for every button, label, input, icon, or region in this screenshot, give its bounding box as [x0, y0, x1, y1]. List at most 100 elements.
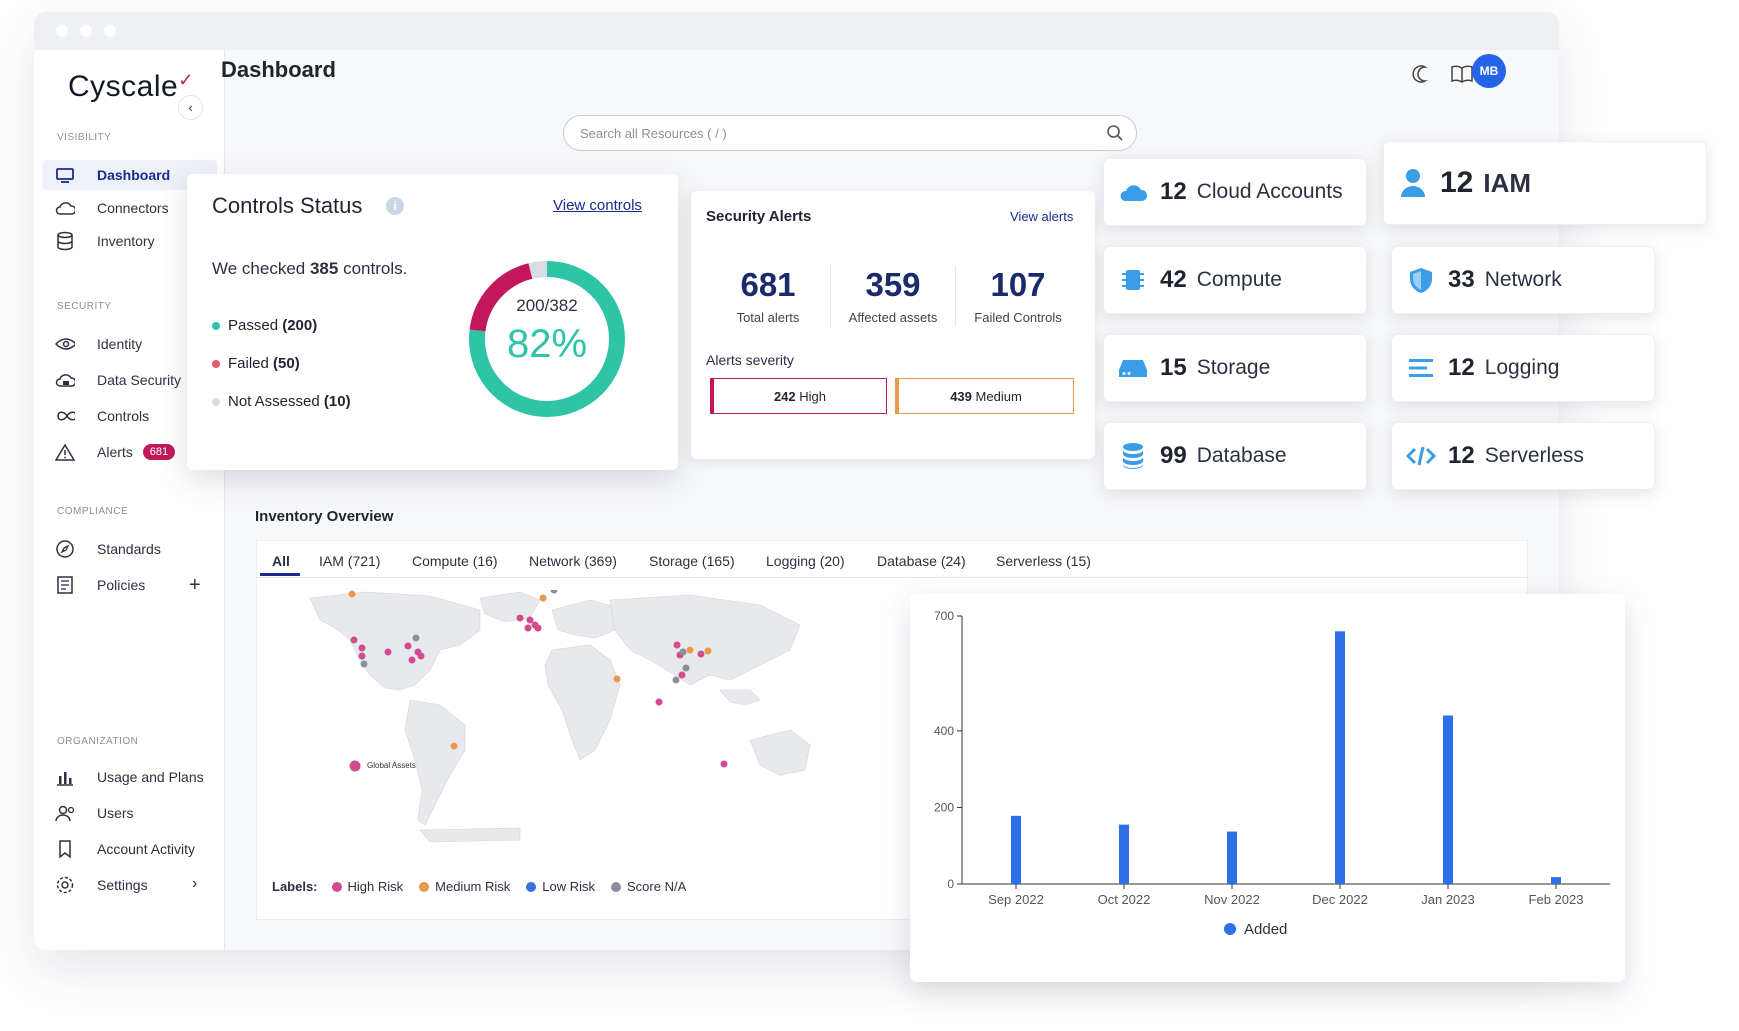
asset-marker[interactable] — [349, 760, 361, 772]
lines-icon — [1406, 353, 1436, 383]
asset-marker[interactable] — [524, 624, 532, 632]
asset-marker[interactable] — [526, 616, 534, 624]
tile-database[interactable]: 99 Database — [1103, 422, 1367, 490]
sidebar-item-label: Controls — [97, 408, 150, 424]
asset-marker[interactable] — [384, 648, 392, 656]
tile-logging[interactable]: 12 Logging — [1391, 334, 1655, 402]
x-tick-label: Feb 2023 — [1529, 892, 1584, 907]
asset-marker[interactable] — [358, 652, 366, 660]
asset-marker[interactable] — [534, 624, 542, 632]
asset-marker[interactable] — [408, 656, 416, 664]
tile-cloud-accounts[interactable]: 12 Cloud Accounts — [1103, 158, 1367, 226]
asset-marker[interactable] — [450, 742, 458, 750]
avatar[interactable]: MB — [1472, 54, 1506, 88]
inventory-overview-title: Inventory Overview — [255, 508, 394, 525]
not-assessed-label: Not Assessed — [228, 393, 320, 410]
sidebar-item-label: Policies — [97, 577, 146, 593]
tile-number: 12 — [1448, 354, 1475, 381]
legend-label: High Risk — [347, 879, 404, 894]
tile-number: 33 — [1448, 266, 1475, 293]
sidebar-item-users[interactable]: Users — [42, 798, 217, 828]
sidebar-item-policies[interactable]: Policies + — [42, 570, 217, 600]
medium-severity-bar[interactable]: 439 Medium — [895, 378, 1074, 414]
collapse-sidebar-button[interactable]: ‹ — [178, 95, 203, 120]
high-severity-bar[interactable]: 242 High — [710, 378, 887, 414]
asset-marker[interactable] — [673, 641, 681, 649]
tab-logging[interactable]: Logging (20) — [766, 553, 845, 569]
tile-number: 12 — [1160, 178, 1187, 205]
stat-failed-controls[interactable]: 107 Failed Controls — [956, 266, 1080, 325]
asset-marker[interactable] — [682, 664, 690, 672]
tile-iam[interactable]: 12 IAM — [1383, 141, 1707, 225]
stat-total-alerts[interactable]: 681 Total alerts — [706, 266, 830, 325]
view-controls-link[interactable]: View controls — [553, 197, 642, 214]
asset-marker[interactable] — [672, 676, 680, 684]
asset-marker[interactable] — [539, 594, 547, 602]
window-dot — [56, 25, 68, 37]
asset-marker[interactable] — [613, 675, 621, 683]
tile-storage[interactable]: 15 Storage — [1103, 334, 1367, 402]
sidebar-item-label: Usage and Plans — [97, 769, 204, 785]
tile-network[interactable]: 33 Network — [1391, 246, 1655, 314]
tile-compute[interactable]: 42 Compute — [1103, 246, 1367, 314]
tab-serverless[interactable]: Serverless (15) — [996, 553, 1091, 569]
search-icon[interactable] — [1106, 124, 1124, 147]
bar[interactable] — [1443, 715, 1453, 884]
tab-network[interactable]: Network (369) — [529, 553, 617, 569]
bar[interactable] — [1227, 831, 1237, 884]
passed-dot — [212, 322, 220, 330]
add-policy-icon[interactable]: + — [189, 574, 201, 597]
docs-button[interactable] — [1450, 62, 1474, 86]
world-map[interactable] — [290, 590, 850, 860]
bar[interactable] — [1335, 631, 1345, 884]
info-icon[interactable]: i — [386, 197, 404, 215]
asset-marker[interactable] — [679, 648, 687, 656]
passed-count: (200) — [282, 317, 318, 334]
asset-marker[interactable] — [350, 636, 358, 644]
tile-label: Storage — [1196, 356, 1271, 379]
asset-marker[interactable] — [655, 698, 663, 706]
view-alerts-link[interactable]: View alerts — [1010, 209, 1073, 224]
tab-compute[interactable]: Compute (16) — [412, 553, 498, 569]
asset-marker[interactable] — [360, 660, 368, 668]
page-title: Dashboard — [221, 57, 336, 82]
asset-marker[interactable] — [358, 644, 366, 652]
asset-marker[interactable] — [412, 634, 420, 642]
asset-marker[interactable] — [678, 671, 686, 679]
bar[interactable] — [1011, 815, 1021, 884]
bar[interactable] — [1119, 824, 1129, 884]
search-bar[interactable] — [563, 115, 1137, 151]
gear-icon — [55, 875, 75, 895]
tab-storage[interactable]: Storage (165) — [649, 553, 735, 569]
tile-label: Serverless — [1484, 444, 1584, 467]
sidebar-item-usage-and-plans[interactable]: Usage and Plans — [42, 762, 217, 792]
asset-marker[interactable] — [550, 590, 558, 594]
window-dot — [104, 25, 116, 37]
sidebar-item-label: Data Security — [97, 372, 182, 388]
sidebar-item-settings[interactable]: Settings › — [42, 870, 217, 900]
asset-marker[interactable] — [516, 614, 524, 622]
legend-dot — [419, 881, 430, 892]
sidebar-item-account-activity[interactable]: Account Activity — [42, 834, 217, 864]
asset-marker[interactable] — [720, 760, 728, 768]
tab-all[interactable]: All — [272, 553, 290, 569]
stat-affected-assets[interactable]: 359 Affected assets — [831, 266, 955, 325]
alerts-severity-label: Alerts severity — [706, 352, 794, 368]
asset-marker[interactable] — [704, 647, 712, 655]
global-assets-label: Global Assets — [367, 761, 416, 770]
not-assessed-dot — [212, 398, 220, 406]
asset-marker[interactable] — [697, 650, 705, 658]
asset-marker[interactable] — [348, 590, 356, 598]
asset-marker[interactable] — [404, 642, 412, 650]
tile-serverless[interactable]: 12 Serverless — [1391, 422, 1655, 490]
asset-marker[interactable] — [686, 646, 694, 654]
logo[interactable]: Cyscale✓ — [68, 70, 194, 104]
dark-mode-toggle[interactable] — [1410, 62, 1434, 86]
bar[interactable] — [1551, 877, 1561, 884]
sidebar-item-standards[interactable]: Standards — [42, 534, 217, 564]
asset-marker[interactable] — [417, 652, 425, 660]
section-label-compliance: COMPLIANCE — [57, 506, 129, 517]
tab-iam[interactable]: IAM (721) — [319, 553, 380, 569]
search-input[interactable] — [580, 125, 1080, 141]
tab-database[interactable]: Database (24) — [877, 553, 966, 569]
